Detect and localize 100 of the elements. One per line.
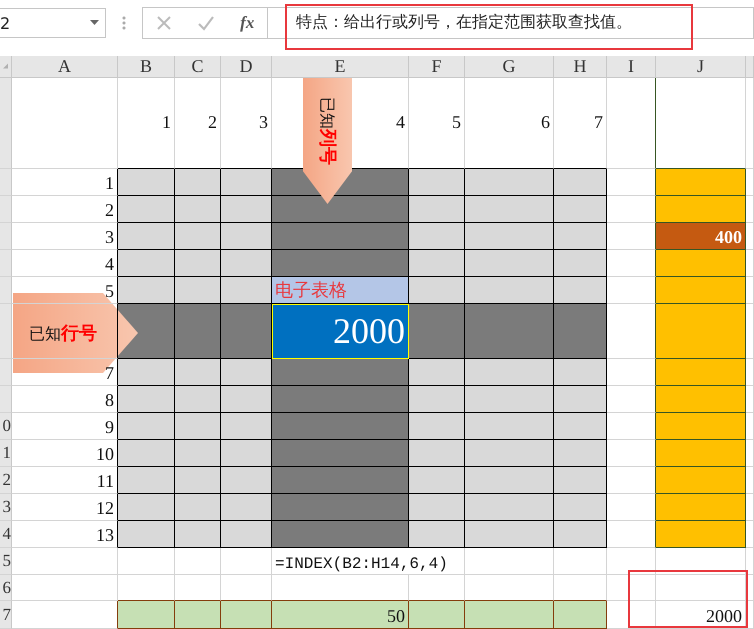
table-cell [554,521,607,548]
row-header[interactable]: 2 [0,467,12,494]
grid-cell [409,575,465,601]
table-cell [175,386,221,413]
table-cell [221,359,272,386]
row-header[interactable] [0,196,12,223]
table-cell [175,413,221,440]
column-header[interactable]: D [221,56,272,78]
result-value-cell: 2000 [656,601,746,629]
highlighted-cell [554,304,607,359]
column-number-cell: 7 [554,78,607,169]
table-cell [175,196,221,223]
name-box-text: 2 [0,14,10,32]
row-header[interactable] [0,250,12,277]
row-header[interactable] [0,223,12,250]
grip-icon [122,15,126,31]
table-cell [221,223,272,250]
row-header[interactable] [0,277,12,304]
table-cell [409,494,465,521]
row-header[interactable] [0,386,12,413]
table-cell [409,277,465,304]
table-cell [221,494,272,521]
row-header[interactable] [0,304,12,359]
column-number-cell: 6 [465,78,554,169]
row-header[interactable] [0,78,12,169]
corner-triangle-icon [3,61,8,71]
table-cell [175,521,221,548]
grid-cell [554,548,607,575]
select-all-corner[interactable] [0,56,12,78]
grid-cell [118,548,175,575]
column-header[interactable]: J [656,56,746,78]
caret-icon[interactable] [90,20,99,26]
table-cell [409,250,465,277]
table-cell [409,601,465,629]
column-header[interactable]: C [175,56,221,78]
column-header[interactable]: G [465,56,554,78]
grid-cell [607,277,656,304]
table-cell [409,386,465,413]
table-cell [554,277,607,304]
table-cell [554,494,607,521]
row-header[interactable]: 0 [0,413,12,440]
row-header[interactable]: 7 [0,601,12,629]
column-number-cell: 1 [118,78,175,169]
table-cell [409,467,465,494]
column-header[interactable]: F [409,56,465,78]
table-cell [175,277,221,304]
grid-cell [607,304,656,359]
formula-field[interactable]: 特点：给出行或列号，在指定范围获取查找值。 [268,7,754,39]
row-header[interactable]: 5 [0,548,12,575]
row-header[interactable]: 1 [0,440,12,467]
grid-cell [607,548,656,575]
highlighted-cell [175,304,221,359]
column-header[interactable]: H [554,56,607,78]
column-header[interactable]: E [272,56,409,78]
check-icon[interactable] [196,15,215,31]
grid-cell [607,467,656,494]
grid-cell [607,169,656,196]
table-cell [409,521,465,548]
column-number-cell: 5 [409,78,465,169]
grid-cell [554,575,607,601]
row-header[interactable] [0,169,12,196]
column-header[interactable]: B [118,56,175,78]
grid-cell [607,601,656,629]
table-cell [221,521,272,548]
insert-function-button[interactable]: fx [240,13,254,33]
table-cell [175,467,221,494]
row-header[interactable]: 6 [0,575,12,601]
grid-cell [607,250,656,277]
table-cell [221,250,272,277]
row-header[interactable]: 3 [0,494,12,521]
grid-cell [221,575,272,601]
highlighted-cell [409,304,465,359]
table-cell [175,601,221,629]
column-number-cell: 2 [175,78,221,169]
grid-cell [607,223,656,250]
formula-text: 特点：给出行或列号，在指定范围获取查找值。 [296,12,632,33]
column-number-cell: 3 [221,78,272,169]
name-box[interactable]: 2 [0,8,106,38]
table-cell [118,601,175,629]
grid-cell [607,359,656,386]
table-cell [175,250,221,277]
row-header[interactable] [0,359,12,386]
column-header[interactable] [746,56,754,78]
table-cell [554,467,607,494]
grid-cell [607,521,656,548]
table-cell [409,359,465,386]
grid-cell [118,575,175,601]
table-cell [554,601,607,629]
table-cell [221,467,272,494]
grid-cell [607,440,656,467]
column-header[interactable]: I [607,56,656,78]
column-header[interactable]: A [12,56,118,78]
grid-cell [175,575,221,601]
close-icon[interactable] [156,15,172,31]
row-header[interactable]: 4 [0,521,12,548]
table-cell [221,386,272,413]
grid-cell [607,494,656,521]
table-cell [554,386,607,413]
table-cell [409,196,465,223]
note-cell: 电子表格 [272,277,409,304]
